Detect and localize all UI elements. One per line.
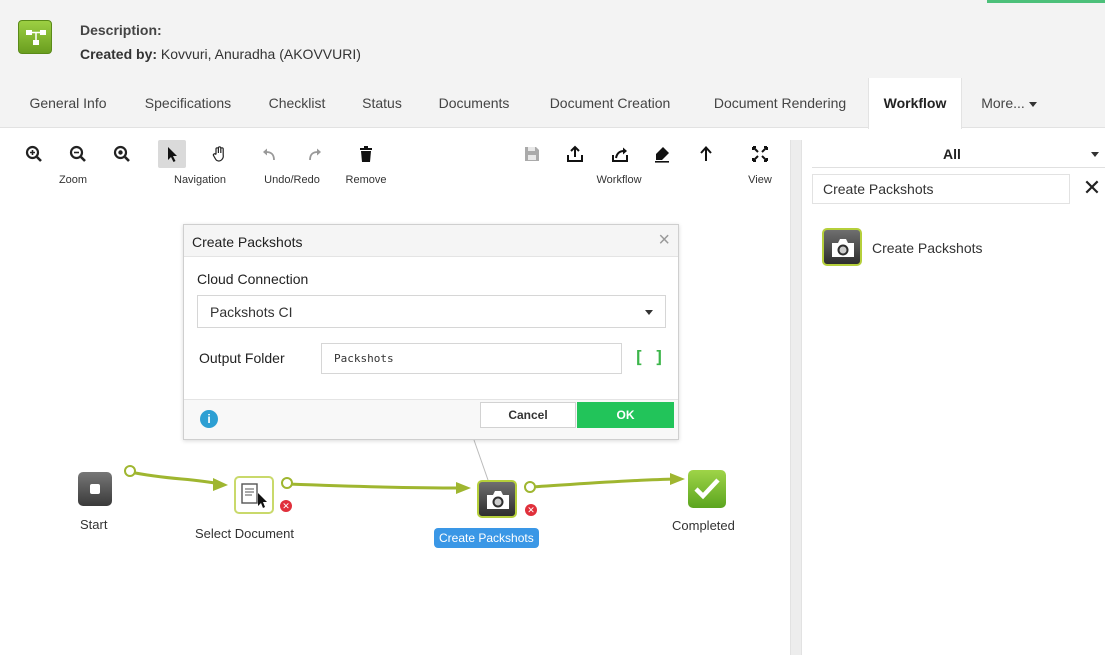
cloud-connection-select[interactable]: Packshots CI [197, 295, 666, 328]
workflow-node-label-select-document: Select Document [195, 526, 294, 541]
workflow-node-label-create-packshots[interactable]: Create Packshots [434, 528, 539, 548]
activity-filter-value: All [943, 146, 961, 162]
panel-splitter[interactable] [790, 140, 802, 655]
record-header: Description: Created by: Kovvuri, Anurad… [0, 0, 1105, 78]
export-workflow-button[interactable] [561, 140, 589, 168]
palette-item-create-packshots[interactable]: Create Packshots [818, 228, 1098, 268]
zoom-fit-button[interactable] [108, 140, 136, 168]
activity-search-input[interactable] [812, 174, 1070, 204]
toolbar-group-label-workflow: Workflow [596, 174, 642, 186]
undo-button[interactable] [256, 140, 284, 168]
expand-icon [752, 146, 768, 162]
toolbar-group-label-remove: Remove [345, 174, 387, 186]
clear-workflow-button[interactable] [648, 140, 676, 168]
activity-palette-panel: All ✕ Create Packshots [812, 136, 1105, 655]
redo-icon [309, 148, 321, 161]
ok-button[interactable]: OK [577, 402, 674, 428]
remove-button[interactable] [352, 140, 380, 168]
output-folder-input[interactable] [321, 343, 622, 374]
tab-bar: General Info Specifications Checklist St… [0, 78, 1105, 129]
pointer-icon [168, 147, 177, 162]
tab-documents[interactable]: Documents [422, 78, 526, 128]
chevron-down-icon [1028, 101, 1037, 107]
cloud-connection-value: Packshots CI [210, 304, 293, 320]
tab-checklist[interactable]: Checklist [252, 78, 342, 128]
clear-search-icon[interactable]: ✕ [1080, 174, 1104, 204]
pan-hand-button[interactable] [206, 140, 234, 168]
error-badge-icon: ✕ [280, 500, 292, 512]
created-by: Created by: Kovvuri, Anuradha (AKOVVURI) [80, 46, 361, 62]
link-create-completed [529, 477, 677, 489]
save-workflow-button[interactable] [518, 140, 546, 168]
hand-icon [212, 146, 224, 162]
undo-icon [263, 148, 275, 161]
workflow-node-label-start: Start [80, 517, 108, 532]
toolbar-group-label-navigation: Navigation [174, 174, 226, 186]
chevron-down-icon [1091, 152, 1099, 157]
redo-button[interactable] [300, 140, 328, 168]
toolbar-group-label-view: View [748, 174, 772, 186]
cancel-button[interactable]: Cancel [480, 402, 576, 428]
created-by-label: Created by: [80, 46, 158, 62]
close-icon[interactable]: × [658, 229, 670, 252]
tab-more-label: More... [981, 95, 1025, 111]
zoom-out-button[interactable] [64, 140, 92, 168]
zoom-out-icon [69, 145, 86, 162]
zoom-fit-icon [113, 145, 130, 162]
camera-icon [822, 228, 862, 266]
link-arrowhead [213, 478, 228, 491]
checkmark-icon [688, 470, 726, 508]
toolbar-group-label-undo-redo: Undo/Redo [264, 174, 320, 186]
move-up-button[interactable] [692, 140, 720, 168]
arrow-up-icon [700, 146, 712, 161]
workflow-node-label-completed: Completed [672, 518, 735, 533]
eraser-icon [655, 147, 669, 163]
description-label: Description: [80, 22, 162, 38]
header-accent-bar [987, 0, 1105, 8]
dialog-title: Create Packshots [192, 234, 303, 250]
fullscreen-button[interactable] [746, 140, 774, 168]
dialog-titlebar: Create Packshots × [184, 225, 678, 257]
create-packshots-dialog: Create Packshots × Cloud Connection Pack… [183, 224, 679, 440]
share-icon [612, 147, 628, 162]
link-port [281, 477, 293, 489]
tab-more[interactable]: More... [966, 78, 1052, 128]
link-start-select [129, 470, 221, 486]
upload-tray-icon [567, 145, 583, 162]
zoom-in-icon [25, 145, 42, 162]
variable-brackets-button[interactable]: [ ] [632, 343, 666, 374]
link-arrowhead [456, 482, 471, 494]
camera-icon [477, 480, 517, 518]
workflow-app-icon [18, 20, 52, 54]
info-icon[interactable]: i [200, 410, 218, 428]
link-arrowhead [670, 473, 685, 485]
tab-workflow[interactable]: Workflow [868, 78, 962, 129]
chevron-down-icon [645, 310, 653, 315]
tab-specifications[interactable]: Specifications [128, 78, 248, 128]
link-port [124, 465, 136, 477]
start-icon [78, 472, 112, 506]
zoom-in-button[interactable] [20, 140, 48, 168]
dialog-footer: i Cancel OK [184, 399, 678, 439]
activity-filter-select[interactable]: All [812, 138, 1105, 168]
save-icon [525, 147, 539, 161]
trash-icon [360, 146, 372, 162]
cloud-connection-label: Cloud Connection [197, 271, 309, 287]
document-select-icon [234, 476, 274, 514]
tab-general-info[interactable]: General Info [12, 78, 124, 128]
dialog-connector-line [473, 439, 489, 481]
link-port [524, 481, 536, 493]
toolbar-group-label-zoom: Zoom [58, 174, 88, 186]
tab-status[interactable]: Status [346, 78, 418, 128]
error-badge-icon: ✕ [525, 504, 537, 516]
tab-document-rendering[interactable]: Document Rendering [694, 78, 866, 128]
output-folder-label: Output Folder [199, 350, 285, 366]
link-select-create [287, 482, 463, 490]
tab-document-creation[interactable]: Document Creation [530, 78, 690, 128]
created-by-value: Kovvuri, Anuradha (AKOVVURI) [160, 46, 361, 62]
share-workflow-button[interactable] [606, 140, 634, 168]
select-pointer-button[interactable] [158, 140, 186, 168]
palette-item-label: Create Packshots [872, 240, 983, 256]
